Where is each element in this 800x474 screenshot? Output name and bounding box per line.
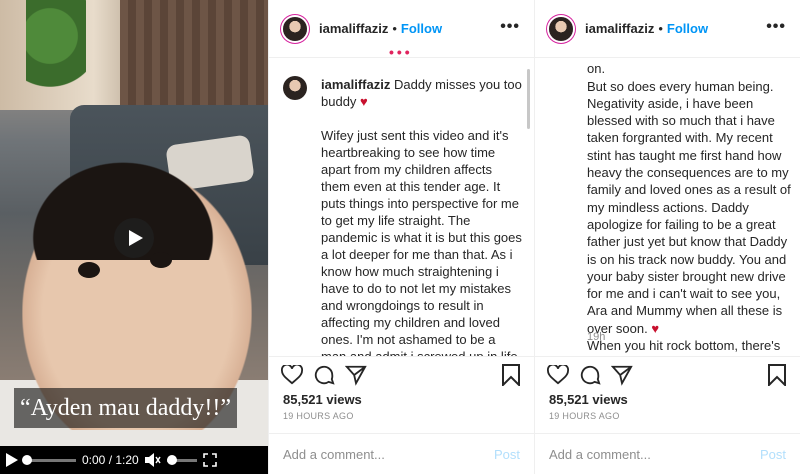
post-panel-1: iamaliffaziz • Follow ••• ••• iamaliffaz… <box>268 0 534 474</box>
post-username[interactable]: iamaliffaziz <box>319 21 388 36</box>
post-comment-button[interactable]: Post <box>494 447 520 462</box>
avatar[interactable] <box>283 16 307 41</box>
caption-area: Yes, i have many flaws to reflect on. Bu… <box>535 59 800 357</box>
avatar[interactable] <box>283 76 307 100</box>
share-send-icon[interactable] <box>611 364 633 386</box>
bookmark-icon[interactable] <box>502 364 520 391</box>
comment-paragraph: Wifey just sent this video and it's hear… <box>321 128 522 357</box>
comment-timestamp[interactable]: 19h <box>587 331 605 343</box>
more-options-icon[interactable]: ••• <box>766 18 786 36</box>
separator-dot: • <box>658 21 663 36</box>
separator-dot: • <box>392 21 397 36</box>
heart-emoji: ♥ <box>360 94 368 109</box>
post-header: iamaliffaziz • Follow ••• <box>535 0 800 58</box>
comment-bubble-icon[interactable] <box>579 364 601 386</box>
seek-bar[interactable] <box>22 454 76 465</box>
volume-slider[interactable] <box>166 454 197 465</box>
video-frame-plant <box>26 0 86 120</box>
comment-input[interactable] <box>549 446 760 462</box>
fullscreen-icon[interactable] <box>202 453 217 467</box>
video-caption-text: “Ayden mau daddy!!” <box>20 394 232 421</box>
bookmark-icon[interactable] <box>768 364 786 391</box>
video-frame-curtain <box>120 0 268 110</box>
like-heart-icon[interactable] <box>281 365 303 385</box>
post-age[interactable]: 19 HOURS AGO <box>549 411 620 421</box>
caption-comment: iamaliffaziz Daddy misses you too buddy … <box>283 76 523 357</box>
caption-text-part2: When you hit rock bottom, there's nowher… <box>587 338 781 354</box>
share-send-icon[interactable] <box>345 364 367 386</box>
add-comment-row: Post <box>535 433 800 474</box>
scrollbar[interactable] <box>527 69 530 129</box>
volume-knob[interactable] <box>166 454 177 465</box>
add-comment-row: Post <box>269 433 534 474</box>
post-panel-2: iamaliffaziz • Follow ••• Yes, i have ma… <box>534 0 800 474</box>
caption-area: iamaliffaziz Daddy misses you too buddy … <box>269 59 534 357</box>
play-button[interactable] <box>114 218 154 258</box>
post-actions <box>269 358 534 392</box>
view-count[interactable]: 85,521 views <box>283 392 362 407</box>
follow-button[interactable]: Follow <box>667 21 708 36</box>
avatar[interactable] <box>549 16 573 41</box>
play-control-icon[interactable] <box>6 453 18 467</box>
more-options-icon[interactable]: ••• <box>500 18 520 36</box>
seek-knob[interactable] <box>22 454 32 465</box>
video-controls: 0:00 / 1:20 <box>0 446 268 474</box>
like-heart-icon[interactable] <box>547 365 569 385</box>
video-frame-eye <box>150 252 172 268</box>
play-icon <box>128 230 143 246</box>
comment-username[interactable]: iamaliffaziz <box>321 77 390 92</box>
view-count[interactable]: 85,521 views <box>549 392 628 407</box>
heart-emoji: ♥ <box>651 320 660 336</box>
post-username[interactable]: iamaliffaziz <box>585 21 654 36</box>
follow-button[interactable]: Follow <box>401 21 442 36</box>
post-actions <box>535 358 800 392</box>
caption-body: iamaliffaziz Daddy misses you too buddy … <box>321 76 523 357</box>
post-comment-button[interactable]: Post <box>760 447 786 462</box>
video-frame-eye <box>78 262 100 278</box>
comment-bubble-icon[interactable] <box>313 364 335 386</box>
video-caption-overlay: “Ayden mau daddy!!” <box>14 388 238 428</box>
comment-input[interactable] <box>283 446 494 462</box>
video-player[interactable]: “Ayden mau daddy!!” 0:00 / 1:20 <box>0 0 268 474</box>
video-time: 0:00 / 1:20 <box>82 453 139 467</box>
caption-continued: Yes, i have many flaws to reflect on. Bu… <box>587 59 793 356</box>
post-age[interactable]: 19 HOURS AGO <box>283 411 354 421</box>
volume-icon[interactable] <box>144 453 161 467</box>
caption-text-part1: Yes, i have many flaws to reflect on. Bu… <box>587 61 791 336</box>
loading-dots: ••• <box>389 44 413 60</box>
